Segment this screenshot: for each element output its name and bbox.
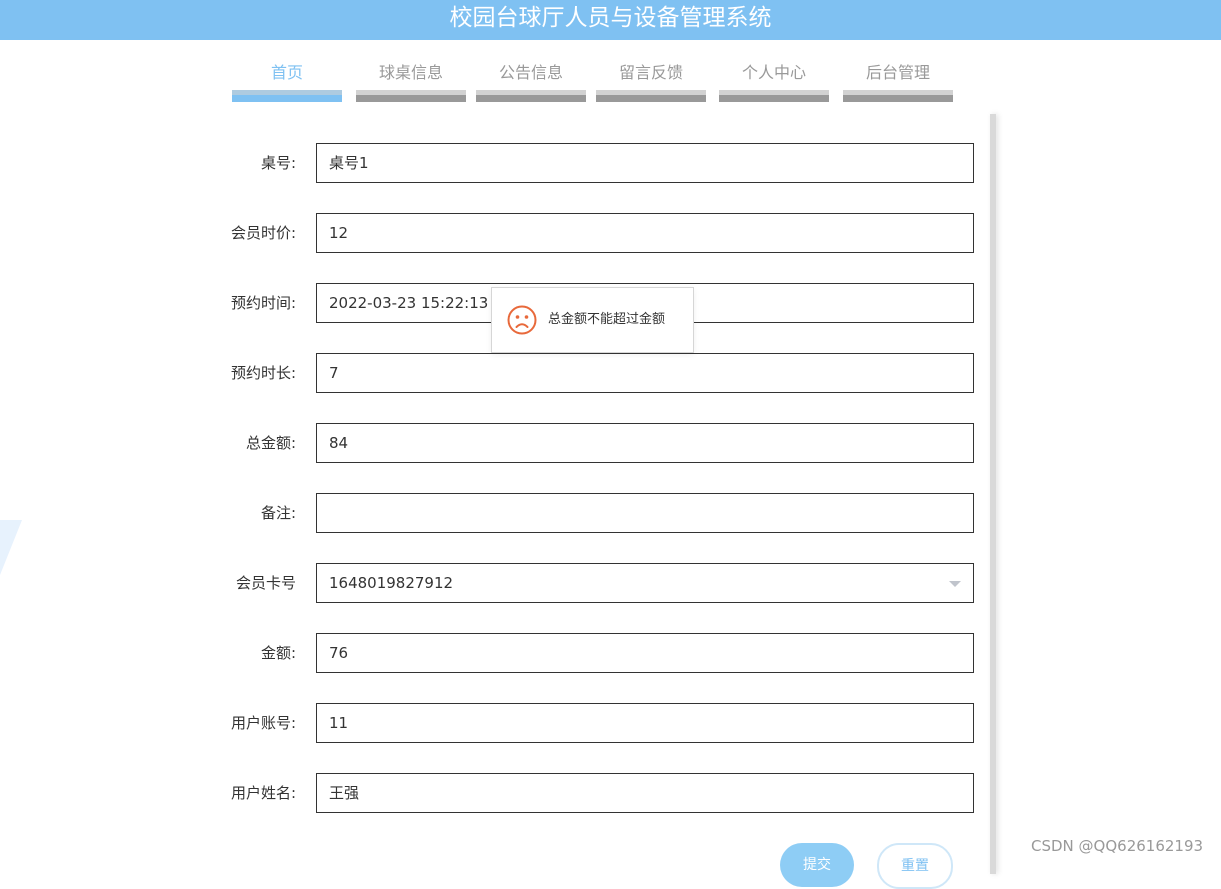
- nav-item-home[interactable]: 首页: [232, 58, 342, 103]
- form-row-member-card: 会员卡号 1648019827912: [200, 563, 974, 603]
- member-hourly-price-label: 会员时价:: [230, 224, 296, 242]
- nav-item-feedback[interactable]: 留言反馈: [596, 58, 706, 103]
- remarks-label: 备注:: [260, 504, 296, 522]
- sad-face-icon: [507, 305, 537, 335]
- nav-label: 公告信息: [498, 63, 563, 82]
- error-toast: 总金额不能超过金额: [491, 287, 694, 353]
- nav-item-admin[interactable]: 后台管理: [843, 58, 953, 103]
- amount-label: 金额:: [260, 644, 296, 662]
- nav-label: 后台管理: [865, 63, 930, 82]
- form-row-total-amount: 总金额: 84: [200, 423, 974, 463]
- member-card-value: 1648019827912: [329, 574, 454, 592]
- member-hourly-price-field[interactable]: 12: [316, 213, 974, 253]
- member-card-select[interactable]: 1648019827912: [316, 563, 974, 603]
- watermark: CSDN @QQ626162193: [1031, 837, 1204, 855]
- remarks-field[interactable]: [316, 493, 974, 533]
- booking-time-label: 预约时间:: [230, 294, 296, 312]
- background-decoration: [0, 520, 22, 575]
- booking-duration-label: 预约时长:: [230, 364, 296, 382]
- user-name-label: 用户姓名:: [230, 784, 296, 802]
- total-amount-field[interactable]: 84: [316, 423, 974, 463]
- form-row-booking-duration: 预约时长: 7: [200, 353, 974, 393]
- form-row-user-name: 用户姓名: 王强: [200, 773, 974, 813]
- nav-label: 首页: [270, 63, 303, 82]
- booking-duration-field[interactable]: 7: [316, 353, 974, 393]
- form-row-member-hourly-price: 会员时价: 12: [200, 213, 974, 253]
- total-amount-label: 总金额:: [245, 434, 296, 452]
- table-number-field[interactable]: 桌号1: [316, 143, 974, 183]
- user-account-field[interactable]: 11: [316, 703, 974, 743]
- form-row-remarks: 备注:: [200, 493, 974, 533]
- form-row-amount: 金额: 76: [200, 633, 974, 673]
- nav-label: 个人中心: [741, 63, 806, 82]
- nav-indicator: [356, 90, 466, 102]
- nav-indicator: [596, 90, 706, 102]
- nav-indicator: [843, 90, 953, 102]
- user-account-label: 用户账号:: [230, 714, 296, 732]
- nav-indicator: [476, 90, 586, 102]
- nav-item-announcements[interactable]: 公告信息: [476, 58, 586, 103]
- member-card-label: 会员卡号: [235, 574, 296, 592]
- table-number-label: 桌号:: [260, 154, 296, 172]
- nav-indicator: [232, 90, 342, 102]
- amount-field[interactable]: 76: [316, 633, 974, 673]
- nav-indicator: [719, 90, 829, 102]
- app-title: 校园台球厅人员与设备管理系统: [449, 5, 772, 31]
- nav-label: 留言反馈: [618, 63, 683, 82]
- submit-button[interactable]: 提交: [780, 843, 854, 887]
- reset-button[interactable]: 重置: [877, 843, 953, 889]
- nav-item-profile[interactable]: 个人中心: [719, 58, 829, 103]
- user-name-field[interactable]: 王强: [316, 773, 974, 813]
- nav-item-tables[interactable]: 球桌信息: [356, 58, 466, 103]
- toast-message: 总金额不能超过金额: [548, 312, 666, 327]
- nav-label: 球桌信息: [378, 63, 443, 82]
- form-row-table-number: 桌号: 桌号1: [200, 143, 974, 183]
- panel-edge-shadow: [990, 114, 996, 874]
- app-header: 校园台球厅人员与设备管理系统: [0, 0, 1221, 40]
- form-row-user-account: 用户账号: 11: [200, 703, 974, 743]
